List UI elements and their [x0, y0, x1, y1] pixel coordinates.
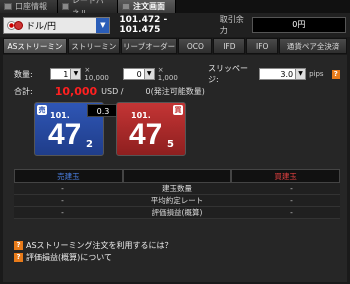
- buy-cell: -: [290, 196, 293, 205]
- help-icon: ?: [14, 252, 23, 262]
- table-row: - 建玉数量 -: [14, 183, 340, 195]
- buy-tag: 買: [173, 105, 183, 115]
- chevron-down-icon[interactable]: ▼: [143, 69, 154, 79]
- chevron-down-icon[interactable]: ▼: [70, 69, 81, 79]
- total-row: 合計: 10,000 USD / 0(発注可能数量): [14, 85, 314, 98]
- quantity-label: 数量:: [14, 69, 33, 79]
- total-unit: USD /: [101, 87, 124, 96]
- buy-cell: -: [290, 208, 293, 217]
- sell-tag: 売: [37, 105, 47, 115]
- buy-position-header: 買建玉: [231, 169, 341, 183]
- quantity-row: 数量: 1 ▼ × 10,000 0 ▼ × 1,000 スリッページ: 3.0…: [14, 64, 340, 84]
- chevron-down-icon[interactable]: ▼: [295, 69, 306, 79]
- buy-pips: 47: [129, 118, 163, 151]
- window-icon: [122, 3, 130, 10]
- help-link-as-streaming[interactable]: ? ASストリーミング注文を利用するには？: [14, 239, 173, 251]
- us-flag-icon: [14, 20, 23, 30]
- tab-label: 注文画面: [133, 2, 165, 11]
- chevron-down-icon[interactable]: ▼: [96, 17, 110, 33]
- row-label: 建玉数量: [162, 184, 192, 193]
- bid-ask-prices: 101.472 - 101.475: [119, 15, 168, 35]
- help-link-pnl[interactable]: ? 評価損益(概算)について: [14, 251, 173, 263]
- sell-cell: -: [61, 184, 64, 193]
- total-label: 合計:: [14, 87, 33, 96]
- sell-pips: 47: [48, 118, 82, 151]
- tab-streaming[interactable]: ストリーミング: [67, 38, 120, 67]
- buy-cell: -: [290, 184, 293, 193]
- row-label: 平均約定レート: [150, 196, 204, 205]
- tab-close-all[interactable]: 通貨ペア全決済: [279, 38, 347, 54]
- position-summary: 売建玉 買建玉 - 建玉数量 - - 平均約定レート - - 評価損益(概算) …: [14, 169, 341, 219]
- position-header: 売建玉 買建玉: [14, 169, 341, 183]
- pair-label: ドル/円: [26, 21, 57, 32]
- table-row: - 平均約定レート -: [14, 195, 340, 207]
- buy-fraction: 5: [167, 139, 174, 150]
- slippage-stepper[interactable]: 3.0 ▼: [259, 68, 307, 80]
- row-label: 評価損益(概算): [151, 208, 203, 217]
- slippage-value: 3.0: [280, 69, 294, 79]
- currency-pair-select[interactable]: ドル/円 ▼: [3, 16, 111, 34]
- tab-order-screen[interactable]: 注文画面: [118, 0, 176, 13]
- quantity-sub-multiplier: × 1,000: [157, 66, 178, 82]
- buy-button[interactable]: 買 101. 47 5: [116, 102, 186, 156]
- tab-ifo[interactable]: IFO: [246, 38, 279, 54]
- margin-value: 0円: [251, 17, 346, 33]
- total-value: 10,000: [54, 85, 98, 98]
- slippage-label: スリッページ:: [208, 64, 249, 84]
- tab-rate-panel[interactable]: レートパネル: [58, 0, 118, 18]
- help-icon: ?: [14, 240, 23, 250]
- tab-ifd[interactable]: IFD: [213, 38, 246, 54]
- window-tab-bar: 口座情報 レートパネル 注文画面: [0, 0, 350, 18]
- help-links: ? ASストリーミング注文を利用するには？ ? 評価損益(概算)について: [14, 239, 173, 263]
- toolbar: ドル/円 ▼ 101.472 - 101.475 取引余力 0円: [0, 13, 350, 37]
- window-icon: [4, 3, 12, 10]
- quantity-multiplier: × 10,000: [84, 66, 109, 82]
- order-type-tabs: ASストリーミング ストリーミング リーブオーダー OCO IFD IFO 通貨…: [3, 38, 347, 67]
- quantity-sub-value: 0: [136, 69, 142, 79]
- tab-leave-order[interactable]: リーブオーダー: [120, 38, 178, 54]
- available-quantity: 0(発注可能数量): [145, 87, 205, 96]
- spread-value: 0.3: [87, 104, 119, 117]
- sell-cell: -: [61, 196, 64, 205]
- help-icon[interactable]: ?: [331, 69, 340, 79]
- tab-oco[interactable]: OCO: [178, 38, 213, 54]
- quantity-value: 1: [63, 69, 69, 79]
- tab-as-streaming[interactable]: ASストリーミング: [3, 38, 67, 67]
- margin-label: 取引余力: [219, 15, 244, 35]
- table-row: - 評価損益(概算) -: [14, 207, 340, 219]
- sell-fraction: 2: [86, 139, 93, 150]
- quantity-stepper[interactable]: 1 ▼: [49, 68, 82, 80]
- sell-position-header: 売建玉: [14, 169, 123, 183]
- link-label: 評価損益(概算)について: [26, 252, 113, 262]
- window-icon: [62, 3, 69, 10]
- sell-cell: -: [61, 208, 64, 217]
- tab-account-info[interactable]: 口座情報: [0, 0, 58, 13]
- tab-label: 口座情報: [15, 2, 47, 11]
- order-panel: 数量: 1 ▼ × 10,000 0 ▼ × 1,000 スリッページ: 3.0…: [3, 55, 347, 282]
- position-header-spacer: [122, 169, 232, 183]
- quantity-sub-stepper[interactable]: 0 ▼: [122, 68, 155, 80]
- link-label: ASストリーミング注文を利用するには？: [26, 240, 173, 250]
- slippage-unit: pips: [309, 70, 324, 78]
